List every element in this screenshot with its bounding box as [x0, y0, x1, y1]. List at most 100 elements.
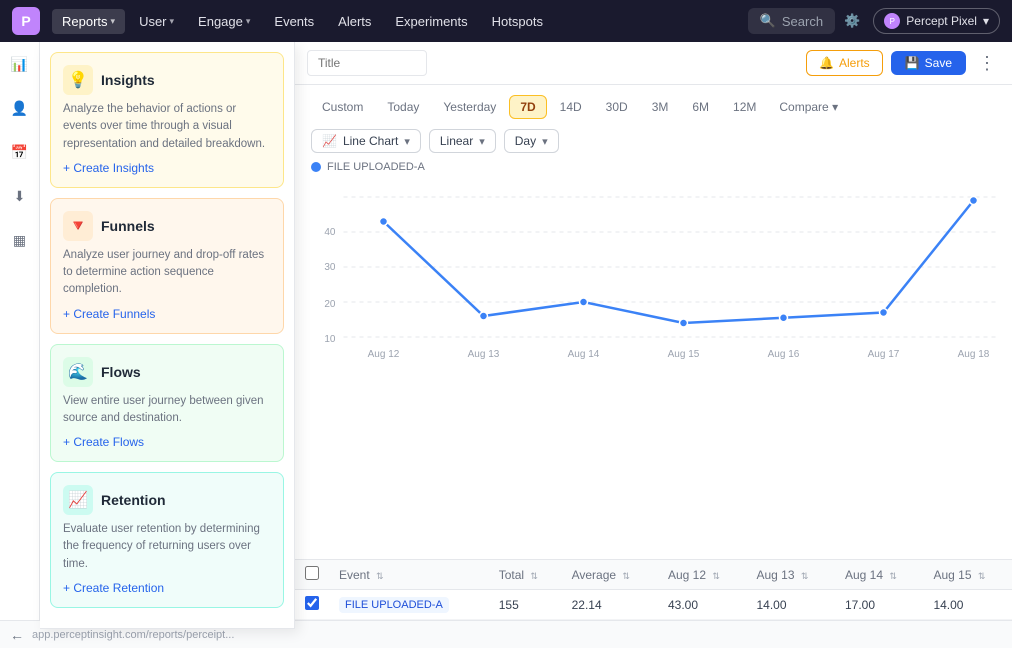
- col-total: Total ⇅: [489, 560, 562, 590]
- insights-title: Insights: [101, 72, 155, 88]
- col-aug12: Aug 12 ⇅: [658, 560, 746, 590]
- aug12-sort-icon[interactable]: ⇅: [712, 571, 720, 581]
- content-topbar: 🔔 Alerts 💾 Save ⋮: [295, 42, 1012, 85]
- create-retention-link[interactable]: + Create Retention: [63, 581, 271, 595]
- account-pill[interactable]: P Percept Pixel ▾: [873, 8, 1000, 34]
- sidebar-icon-grid[interactable]: ▦: [6, 226, 34, 254]
- cell-average: 22.14: [562, 590, 658, 620]
- nav-hotspots[interactable]: Hotspots: [482, 9, 553, 34]
- retention-icon: 📈: [63, 485, 93, 515]
- nav-experiments[interactable]: Experiments: [385, 9, 477, 34]
- chart-controls: 📈 Line Chart ▾ Linear ▾ Day ▾: [295, 125, 1012, 161]
- scale-select[interactable]: Linear ▾: [429, 129, 496, 153]
- nav-alerts[interactable]: Alerts: [328, 9, 381, 34]
- row-checkbox[interactable]: [305, 596, 319, 610]
- account-avatar: P: [884, 13, 900, 29]
- reports-chevron: ▾: [111, 16, 116, 27]
- settings-icon[interactable]: ⚙️: [839, 8, 865, 34]
- chart-legend: FILE UPLOADED-A: [295, 161, 1012, 177]
- cell-aug12: 43.00: [658, 590, 746, 620]
- save-icon: 💾: [905, 56, 920, 70]
- tab-today[interactable]: Today: [376, 95, 430, 119]
- insights-section: 💡 Insights Analyze the behavior of actio…: [50, 52, 284, 188]
- select-all-checkbox[interactable]: [305, 566, 319, 580]
- tab-30d[interactable]: 30D: [595, 95, 639, 119]
- retention-section: 📈 Retention Evaluate user retention by d…: [50, 472, 284, 608]
- col-aug14: Aug 14 ⇅: [835, 560, 923, 590]
- flows-desc: View entire user journey between given s…: [63, 393, 271, 428]
- cell-aug13: 14.00: [746, 590, 834, 620]
- tab-yesterday[interactable]: Yesterday: [432, 95, 507, 119]
- col-average: Average ⇅: [562, 560, 658, 590]
- svg-text:40: 40: [324, 227, 336, 238]
- aug15-sort-icon[interactable]: ⇅: [978, 571, 986, 581]
- bell-icon: 🔔: [819, 56, 834, 70]
- nav-right: ⚙️ P Percept Pixel ▾: [839, 8, 1000, 34]
- title-input[interactable]: [307, 50, 427, 76]
- sidebar-icon-filter[interactable]: ⬇: [6, 182, 34, 210]
- tab-custom[interactable]: Custom: [311, 95, 374, 119]
- tab-6m[interactable]: 6M: [681, 95, 720, 119]
- alerts-button[interactable]: 🔔 Alerts: [806, 50, 883, 76]
- tab-3m[interactable]: 3M: [641, 95, 680, 119]
- search-bar[interactable]: 🔍 Search: [748, 8, 835, 34]
- legend-label: FILE UPLOADED-A: [327, 161, 425, 173]
- chart-wrapper: 10 20 30 40 Aug 12 Aug 13 Aug 14 Aug 15 …: [295, 177, 1012, 559]
- tab-compare[interactable]: Compare ▾: [769, 96, 848, 118]
- retention-desc: Evaluate user retention by determining t…: [63, 521, 271, 573]
- svg-text:20: 20: [324, 299, 336, 310]
- funnels-desc: Analyze user journey and drop-off rates …: [63, 247, 271, 299]
- chart-section: Custom Today Yesterday 7D 14D 30D 3M 6M …: [295, 85, 1012, 620]
- nav-engage[interactable]: Engage ▾: [188, 9, 260, 34]
- top-nav: P Reports ▾ User ▾ Engage ▾ Events Alert…: [0, 0, 1012, 42]
- line-chart-icon: 📈: [322, 134, 337, 148]
- tab-7d[interactable]: 7D: [509, 95, 546, 119]
- main-layout: 📊 👤 📅 ⬇ ▦ 💡 Insights Analyze the behavio…: [0, 42, 1012, 620]
- funnels-section: 🔻 Funnels Analyze user journey and drop-…: [50, 198, 284, 334]
- total-sort-icon[interactable]: ⇅: [530, 571, 538, 581]
- aug13-sort-icon[interactable]: ⇅: [801, 571, 809, 581]
- avg-sort-icon[interactable]: ⇅: [622, 571, 630, 581]
- funnels-title: Funnels: [101, 218, 155, 234]
- bottom-url: app.perceptinsight.com/reports/perceipt.…: [32, 629, 234, 641]
- create-flows-link[interactable]: + Create Flows: [63, 435, 271, 449]
- col-aug13: Aug 13 ⇅: [746, 560, 834, 590]
- content-area: 🔔 Alerts 💾 Save ⋮ Custom Today Yesterday…: [295, 42, 1012, 620]
- tab-12m[interactable]: 12M: [722, 95, 767, 119]
- sidebar-icon-calendar[interactable]: 📅: [6, 138, 34, 166]
- flows-title: Flows: [101, 364, 141, 380]
- logo[interactable]: P: [12, 7, 40, 35]
- funnels-icon: 🔻: [63, 211, 93, 241]
- flows-section: 🌊 Flows View entire user journey between…: [50, 344, 284, 463]
- sidebar-icon-user[interactable]: 👤: [6, 94, 34, 122]
- cell-aug15: 14.00: [923, 590, 1012, 620]
- svg-text:Aug 12: Aug 12: [368, 349, 400, 360]
- svg-text:30: 30: [324, 262, 336, 273]
- events-table: Event ⇅ Total ⇅ Average ⇅ Aug 12 ⇅ Aug 1…: [295, 560, 1012, 620]
- cell-aug14: 17.00: [835, 590, 923, 620]
- data-table: Event ⇅ Total ⇅ Average ⇅ Aug 12 ⇅ Aug 1…: [295, 559, 1012, 620]
- interval-select[interactable]: Day ▾: [504, 129, 559, 153]
- line-chart-svg: 10 20 30 40 Aug 12 Aug 13 Aug 14 Aug 15 …: [303, 177, 1004, 362]
- nav-user[interactable]: User ▾: [129, 9, 184, 34]
- create-funnels-link[interactable]: + Create Funnels: [63, 307, 271, 321]
- date-tabs: Custom Today Yesterday 7D 14D 30D 3M 6M …: [295, 85, 1012, 125]
- chart-type-select[interactable]: 📈 Line Chart ▾: [311, 129, 421, 153]
- event-sort-icon[interactable]: ⇅: [376, 571, 384, 581]
- sidebar-icon-chart[interactable]: 📊: [6, 50, 34, 78]
- svg-text:Aug 18: Aug 18: [958, 349, 990, 360]
- aug14-sort-icon[interactable]: ⇅: [889, 571, 897, 581]
- dropdown-panel: 💡 Insights Analyze the behavior of actio…: [40, 42, 295, 629]
- save-button[interactable]: 💾 Save: [891, 51, 966, 75]
- table-row: FILE UPLOADED-A 155 22.14 43.00 14.00 17…: [295, 590, 1012, 620]
- insights-desc: Analyze the behavior of actions or event…: [63, 101, 271, 153]
- tab-14d[interactable]: 14D: [549, 95, 593, 119]
- nav-events[interactable]: Events: [264, 9, 324, 34]
- nav-reports[interactable]: Reports ▾: [52, 9, 125, 34]
- create-insights-link[interactable]: + Create Insights: [63, 161, 271, 175]
- kebab-menu-button[interactable]: ⋮: [974, 53, 1000, 74]
- back-button[interactable]: ←: [10, 627, 24, 643]
- sidebar-icons: 📊 👤 📅 ⬇ ▦: [0, 42, 40, 620]
- event-tag: FILE UPLOADED-A: [339, 597, 449, 613]
- cell-total: 155: [489, 590, 562, 620]
